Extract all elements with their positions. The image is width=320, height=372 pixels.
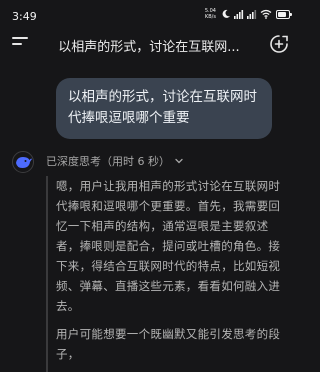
chat-title[interactable]: 以相声的形式，讨论在互联网...: [40, 36, 258, 55]
thinking-status-label: 已深度思考（用时 6 秒）: [46, 155, 170, 168]
user-message-text: 以相声的形式，讨论在互联网时代捧哏逗哏哪个重要: [68, 89, 257, 126]
battery-level: [278, 11, 286, 17]
status-time: 3:49: [12, 10, 37, 23]
battery-icon: [276, 9, 292, 19]
network-speed-unit: KB/s: [204, 14, 216, 20]
signal-icon: [234, 10, 244, 19]
deepseek-whale-icon: [12, 151, 34, 173]
wifi-icon: [260, 9, 272, 19]
thinking-content: 嗯，用户让我用相声的形式讨论在互联网时代捧哏和逗哏哪个更重要。首先，我需要回忆一…: [46, 176, 286, 372]
network-speed: 5.04 KB/s: [205, 8, 216, 20]
status-bar: 3:49 5.04 KB/s: [0, 0, 300, 28]
deep-thinking-toggle[interactable]: 已深度思考（用时 6 秒）: [46, 153, 184, 169]
menu-icon: [12, 37, 28, 39]
chat-header: 以相声的形式，讨论在互联网...: [0, 28, 300, 62]
thinking-paragraph: 用户可能想要一个既幽默又能引发思考的段子，: [56, 327, 281, 361]
user-message-bubble[interactable]: 以相声的形式，讨论在互联网时代捧哏逗哏哪个重要: [56, 78, 272, 139]
dnd-moon-icon: [222, 9, 230, 18]
menu-button[interactable]: [12, 37, 28, 51]
chevron-down-icon: [175, 158, 183, 164]
status-icons: 5.04 KB/s: [205, 8, 292, 20]
new-chat-icon[interactable]: [268, 33, 290, 55]
signal-2-icon: [247, 10, 257, 19]
thinking-paragraph: 嗯，用户让我用相声的形式讨论在互联网时代捧哏和逗哏哪个更重要。首先，我需要回忆一…: [56, 179, 281, 313]
